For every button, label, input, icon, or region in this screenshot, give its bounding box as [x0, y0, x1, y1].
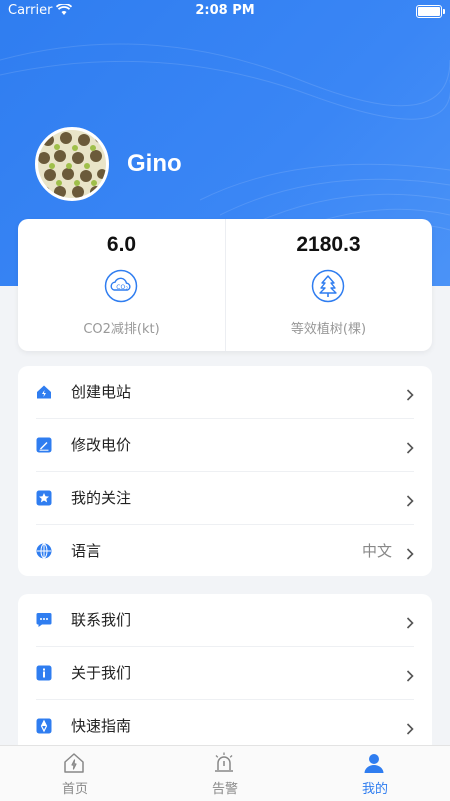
stat-label: CO2减排(kt) [83, 322, 160, 337]
tab-label: 首页 [61, 782, 88, 797]
stat-value: 2180.3 [296, 233, 361, 256]
chevron-right-icon [406, 386, 414, 401]
menu-group-settings: 创建电站 修改电价 我的关注 语言 中文 [18, 366, 432, 576]
menu-item-label: 关于我们 [71, 664, 132, 682]
chat-icon [36, 612, 52, 628]
tab-mine[interactable]: 我的 [300, 746, 450, 801]
chevron-right-icon [406, 545, 414, 560]
globe-icon [36, 543, 52, 559]
bottom-tab-bar: 首页 告警 我的 [0, 745, 450, 801]
stat-trees-planted: 2180.3 等效植树(棵) [225, 219, 432, 351]
compass-icon [36, 718, 52, 734]
home-lightning-icon [36, 384, 52, 400]
menu-item-label: 修改电价 [71, 436, 132, 454]
menu-item-modify-price[interactable]: 修改电价 [36, 419, 414, 472]
edit-icon [36, 437, 52, 453]
menu-item-label: 联系我们 [71, 611, 132, 629]
stat-value: 6.0 [106, 233, 137, 256]
chevron-right-icon [406, 439, 414, 454]
tree-icon [311, 269, 345, 303]
info-icon [36, 665, 52, 681]
battery-icon [416, 5, 445, 18]
status-time: 2:08 PM [195, 3, 255, 18]
user-icon [362, 751, 386, 775]
menu-item-create-station[interactable]: 创建电站 [36, 366, 414, 419]
username: Gino [127, 150, 182, 177]
chevron-right-icon [406, 614, 414, 629]
co2-cloud-icon: CO 2 [104, 269, 138, 303]
chevron-right-icon [406, 492, 414, 507]
chevron-right-icon [406, 667, 414, 682]
chevron-right-icon [406, 720, 414, 735]
menu-item-label: 创建电站 [71, 383, 132, 401]
tab-alarm[interactable]: 告警 [150, 746, 300, 801]
language-value: 中文 [361, 542, 392, 560]
menu-item-my-favorites[interactable]: 我的关注 [36, 472, 414, 525]
svg-text:CO: CO [116, 284, 125, 291]
alarm-icon [212, 751, 236, 775]
stats-card: 6.0 CO 2 CO2减排(kt) 2180.3 等效植树(棵) [18, 219, 432, 351]
stat-label: 等效植树(棵) [290, 322, 367, 337]
tab-label: 我的 [361, 782, 388, 797]
status-bar: Carrier 2:08 PM [0, 0, 450, 24]
star-icon [36, 490, 52, 506]
menu-item-label: 快速指南 [71, 717, 132, 735]
avatar[interactable] [35, 127, 109, 201]
stat-co2-reduction: 6.0 CO 2 CO2减排(kt) [18, 219, 226, 351]
menu-item-contact-us[interactable]: 联系我们 [36, 594, 414, 647]
menu-item-language[interactable]: 语言 中文 [36, 525, 414, 577]
menu-item-about-us[interactable]: 关于我们 [36, 647, 414, 700]
menu-group-info: 联系我们 关于我们 快速指南 [18, 594, 432, 754]
tab-label: 告警 [211, 782, 238, 797]
menu-item-label: 语言 [71, 542, 102, 560]
tab-home[interactable]: 首页 [0, 746, 150, 801]
home-icon [62, 751, 86, 775]
menu-item-label: 我的关注 [71, 489, 132, 507]
